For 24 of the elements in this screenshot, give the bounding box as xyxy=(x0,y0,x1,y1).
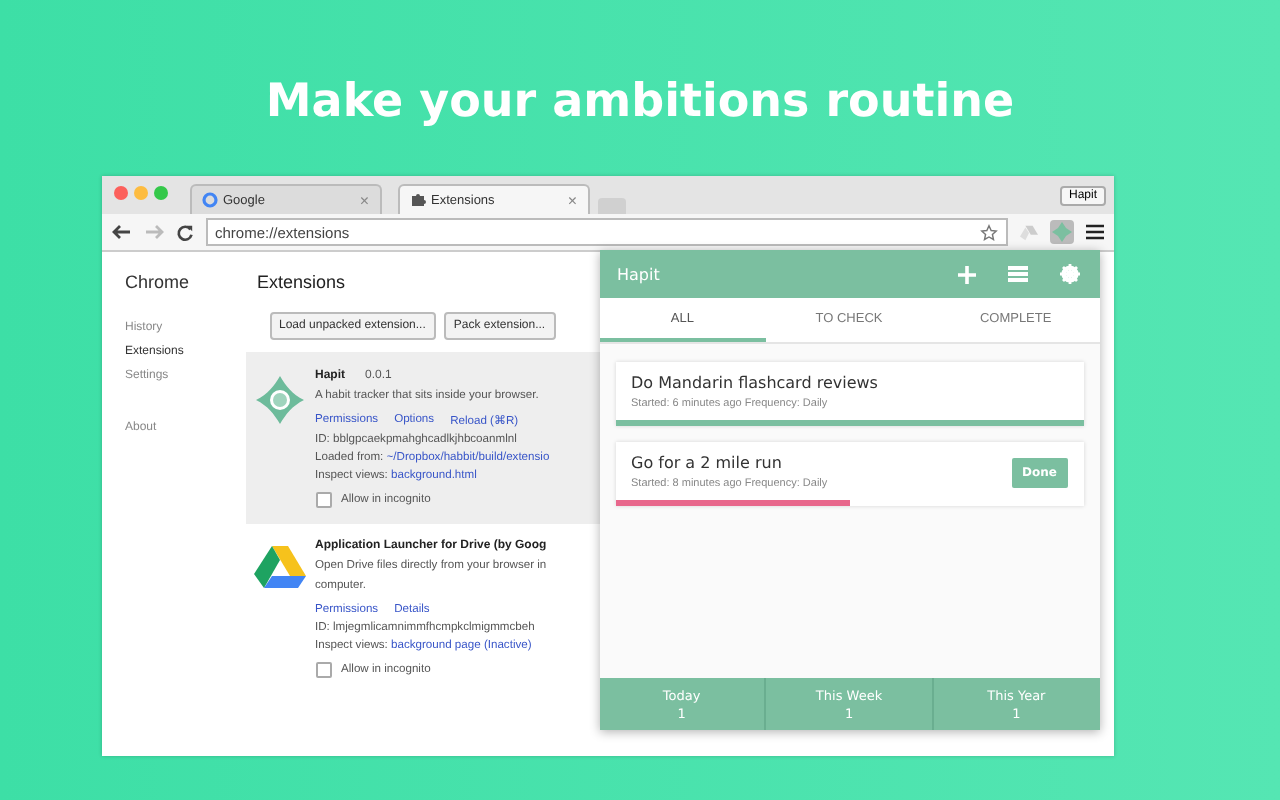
diamond-icon xyxy=(1051,222,1071,242)
menu-icon[interactable] xyxy=(1085,224,1103,240)
maximize-icon[interactable] xyxy=(153,186,167,200)
headline: Make your ambitions routine xyxy=(265,74,1015,132)
page-title: Extensions xyxy=(255,272,348,292)
habit-title: Go for a 2 mile run xyxy=(631,454,784,472)
forward-icon[interactable] xyxy=(143,224,163,240)
puzzle-icon xyxy=(409,192,425,208)
plus-icon[interactable] xyxy=(957,265,975,283)
close-window-icon[interactable] xyxy=(113,186,127,200)
reload-icon[interactable] xyxy=(175,223,193,241)
popup-title: Hapit xyxy=(617,265,660,283)
diamond-logo-icon xyxy=(253,374,305,426)
star-icon[interactable] xyxy=(979,223,997,241)
sidebar-title: Chrome xyxy=(123,272,192,296)
minimize-icon[interactable] xyxy=(133,186,147,200)
extension-button[interactable] xyxy=(1049,220,1073,244)
settings-icon[interactable] xyxy=(1059,264,1079,284)
back-icon[interactable] xyxy=(111,224,131,240)
checkbox[interactable] xyxy=(315,661,331,678)
list-icon[interactable] xyxy=(1007,266,1027,282)
new-tab-button[interactable] xyxy=(597,198,625,214)
checkbox[interactable] xyxy=(315,491,331,508)
habit-title: Do Mandarin flashcard reviews xyxy=(631,374,880,392)
